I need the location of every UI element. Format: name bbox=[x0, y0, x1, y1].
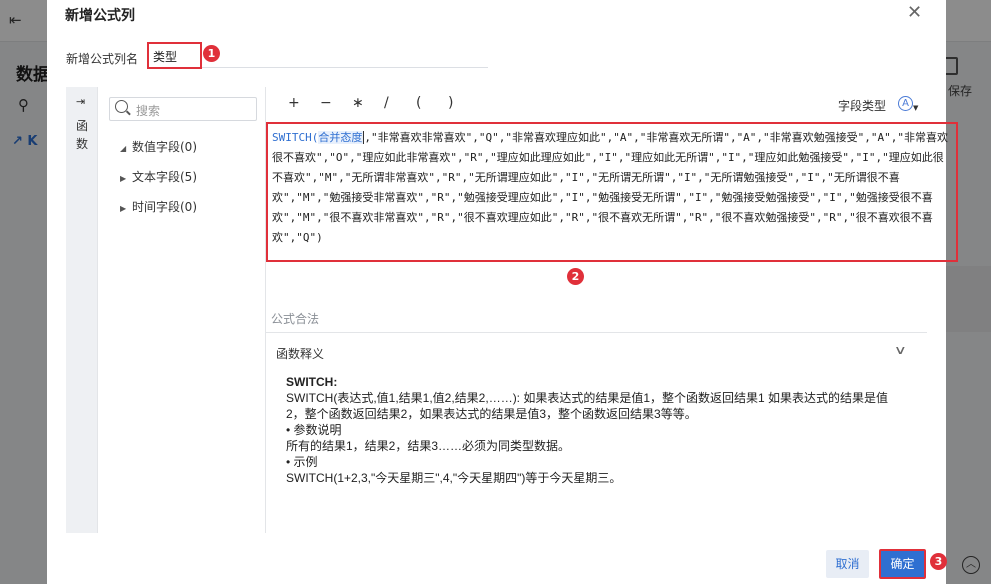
function-tab-label: 函数 bbox=[75, 119, 88, 151]
cancel-button[interactable]: 取消 bbox=[826, 550, 869, 578]
field-type-icon[interactable]: A bbox=[898, 96, 913, 111]
close-paren-operator[interactable]: ) bbox=[448, 95, 480, 111]
search-placeholder: 搜索 bbox=[136, 104, 161, 118]
explanation-bullet: • 示例 bbox=[286, 455, 318, 469]
caret-down-icon: ◢ bbox=[120, 144, 127, 153]
operator-toolbar: + − ∗ /() bbox=[288, 95, 480, 111]
explanation-title: SWITCH: bbox=[286, 375, 338, 389]
caret-right-icon: ▶ bbox=[120, 174, 127, 183]
explanation-body: SWITCH: SWITCH(表达式,值1,结果1,值2,结果2,……): 如果… bbox=[286, 374, 896, 486]
plus-operator[interactable]: + bbox=[288, 95, 320, 111]
explanation-line: 所有的结果1，结果2，结果3……必须为同类型数据。 bbox=[286, 439, 571, 453]
step-badge-3: 3 bbox=[930, 553, 947, 570]
formula-function: SWITCH( bbox=[272, 131, 319, 144]
tree-item-text[interactable]: ▶ 文本字段(5) bbox=[120, 168, 197, 185]
function-tab[interactable]: ⇥ 函数 bbox=[66, 87, 97, 533]
dialog-title: 新增公式列 bbox=[65, 8, 135, 24]
formula-args: ,"非常喜欢非常喜欢","Q","非常喜欢理应如此","A","非常喜欢无所谓"… bbox=[272, 131, 949, 244]
column-name-input[interactable]: 类型 bbox=[147, 42, 202, 69]
open-paren-operator[interactable]: ( bbox=[416, 95, 448, 111]
explanation-bullet: • 参数说明 bbox=[286, 423, 342, 437]
tree-item-time[interactable]: ▶ 时间字段(0) bbox=[120, 198, 197, 215]
explanation-line: SWITCH(1+2,3,"今天星期三",4,"今天星期四")等于今天星期三。 bbox=[286, 471, 622, 485]
validation-status: 公式合法 bbox=[271, 312, 320, 326]
search-icon bbox=[115, 100, 128, 113]
caret-right-icon: ▶ bbox=[120, 204, 127, 213]
tree-item-numeric[interactable]: ◢ 数值字段(0) bbox=[120, 138, 197, 155]
divide-operator[interactable]: / bbox=[384, 95, 416, 111]
function-explanation-panel: 函数释义 ∨ SWITCH: SWITCH(表达式,值1,结果1,值2,结果2,… bbox=[266, 332, 927, 533]
name-underline bbox=[202, 67, 488, 68]
confirm-button[interactable]: 确定 bbox=[879, 549, 926, 579]
explanation-header[interactable]: 函数释义 bbox=[276, 345, 324, 362]
formula-editor[interactable]: SWITCH(合并态度 ,"非常喜欢非常喜欢","Q","非常喜欢理应如此","A… bbox=[266, 122, 958, 262]
chevron-down-icon[interactable]: ∨ bbox=[894, 343, 907, 357]
field-panel: 搜索 ◢ 数值字段(0) ▶ 文本字段(5) ▶ 时间字段(0) bbox=[97, 87, 265, 533]
close-icon[interactable]: ✕ bbox=[907, 2, 922, 23]
chevron-down-icon[interactable]: ▼ bbox=[913, 104, 918, 112]
field-search-input[interactable]: 搜索 bbox=[109, 97, 257, 121]
field-type-label[interactable]: 字段类型 bbox=[838, 97, 886, 114]
add-formula-column-dialog: 新增公式列 ✕ 新增公式列名 类型 1 ⇥ 函数 搜索 ◢ 数值字段(0) ▶ 文本… bbox=[47, 0, 958, 584]
minus-operator[interactable]: − bbox=[320, 95, 352, 111]
formula-field-chip[interactable]: 合并态度 bbox=[318, 131, 365, 144]
step-badge-1: 1 bbox=[203, 45, 220, 62]
step-badge-2: 2 bbox=[567, 268, 584, 285]
multiply-operator[interactable]: ∗ bbox=[352, 95, 384, 111]
explanation-line: SWITCH(表达式,值1,结果1,值2,结果2,……): 如果表达式的结果是值… bbox=[286, 391, 889, 421]
column-name-label: 新增公式列名 bbox=[66, 52, 139, 66]
expand-arrow-icon[interactable]: ⇥ bbox=[76, 95, 85, 108]
